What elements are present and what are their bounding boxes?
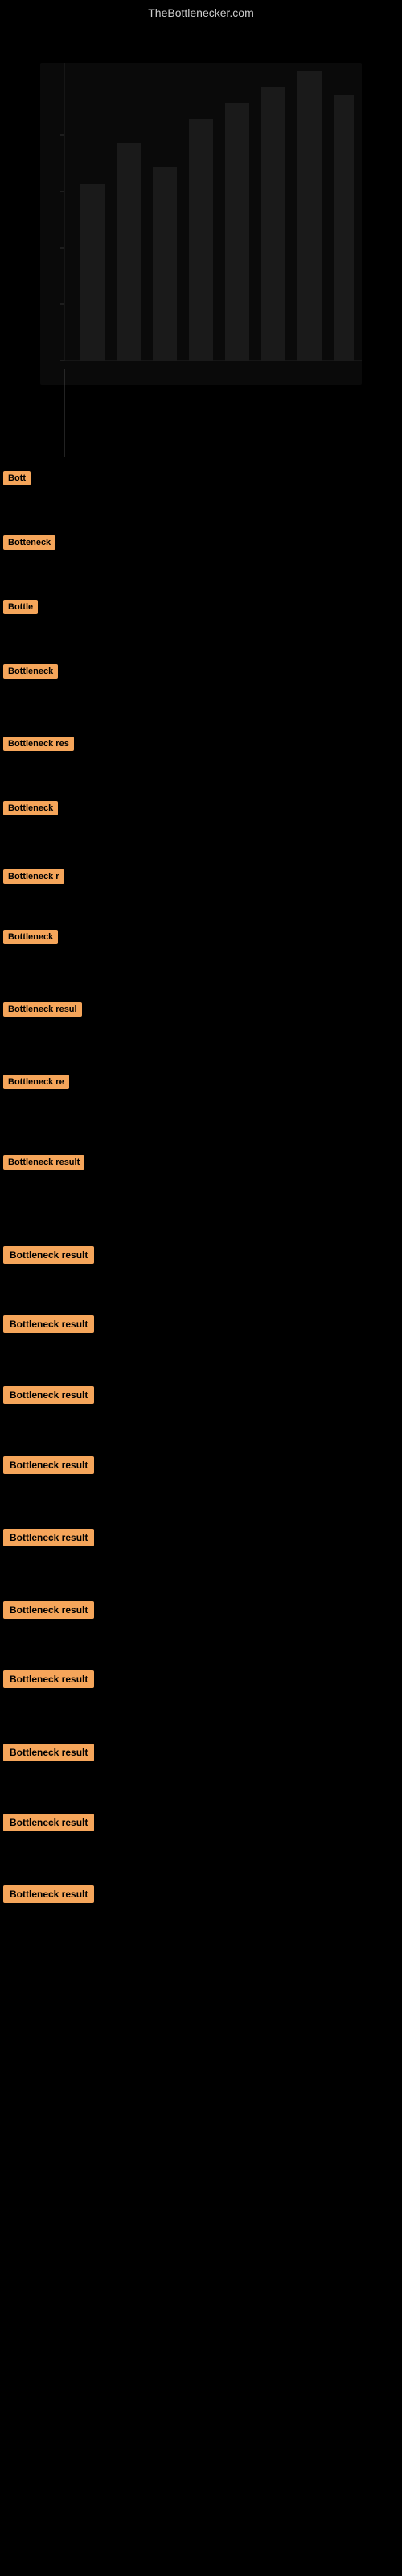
bottleneck-label-17: Bottleneck result <box>3 1601 94 1619</box>
bottleneck-item-15: Bottleneck result <box>2 1451 96 1479</box>
bottleneck-label-13: Bottleneck result <box>3 1315 94 1333</box>
bottleneck-label-3: Bottle <box>3 600 38 614</box>
bottleneck-label-14: Bottleneck result <box>3 1386 94 1404</box>
site-title: TheBottlenecker.com <box>0 0 402 23</box>
bottleneck-item-19: Bottleneck result <box>2 1739 96 1766</box>
bottleneck-item-5: Bottleneck res <box>2 731 76 756</box>
bottleneck-item-11: Bottleneck result <box>2 1150 86 1174</box>
bottleneck-label-21: Bottleneck result <box>3 1885 94 1903</box>
bottleneck-label-10: Bottleneck re <box>3 1075 69 1089</box>
bottleneck-item-8: Bottleneck <box>2 924 59 949</box>
bottleneck-label-1: Bott <box>3 471 31 485</box>
bottleneck-label-16: Bottleneck result <box>3 1529 94 1546</box>
bottleneck-item-9: Bottleneck resul <box>2 997 84 1022</box>
bottleneck-label-20: Bottleneck result <box>3 1814 94 1831</box>
bottleneck-label-7: Bottleneck r <box>3 869 64 884</box>
bottleneck-label-19: Bottleneck result <box>3 1744 94 1761</box>
bottleneck-item-18: Bottleneck result <box>2 1666 96 1693</box>
bottleneck-item-6: Bottleneck <box>2 795 59 820</box>
bottleneck-item-14: Bottleneck result <box>2 1381 96 1409</box>
bottleneck-label-4: Bottleneck <box>3 664 58 679</box>
results-container: Bott Botteneck Bottle Bottleneck Bottlen… <box>0 465 402 1955</box>
bottleneck-item-10: Bottleneck re <box>2 1069 71 1094</box>
bottleneck-label-18: Bottleneck result <box>3 1670 94 1688</box>
bottleneck-label-8: Bottleneck <box>3 930 58 944</box>
bottleneck-item-1: Bott <box>2 465 32 490</box>
bottleneck-label-5: Bottleneck res <box>3 737 74 751</box>
bottleneck-item-21: Bottleneck result <box>2 1880 96 1908</box>
bottleneck-item-3: Bottle <box>2 594 39 619</box>
bottleneck-label-12: Bottleneck result <box>3 1246 94 1264</box>
bottleneck-label-11: Bottleneck result <box>3 1155 84 1170</box>
bottleneck-item-16: Bottleneck result <box>2 1524 96 1551</box>
bottleneck-label-9: Bottleneck resul <box>3 1002 82 1017</box>
bottleneck-label-15: Bottleneck result <box>3 1456 94 1474</box>
bottleneck-item-20: Bottleneck result <box>2 1809 96 1836</box>
bottleneck-item-7: Bottleneck r <box>2 864 66 889</box>
bottleneck-item-17: Bottleneck result <box>2 1596 96 1624</box>
bottleneck-item-13: Bottleneck result <box>2 1311 96 1338</box>
bottleneck-item-4: Bottleneck <box>2 658 59 683</box>
bottleneck-label-6: Bottleneck <box>3 801 58 815</box>
bottleneck-item-12: Bottleneck result <box>2 1241 96 1269</box>
bottleneck-item-2: Botteneck <box>2 530 57 555</box>
bottleneck-label-2: Botteneck <box>3 535 55 550</box>
chart-area <box>0 23 402 465</box>
